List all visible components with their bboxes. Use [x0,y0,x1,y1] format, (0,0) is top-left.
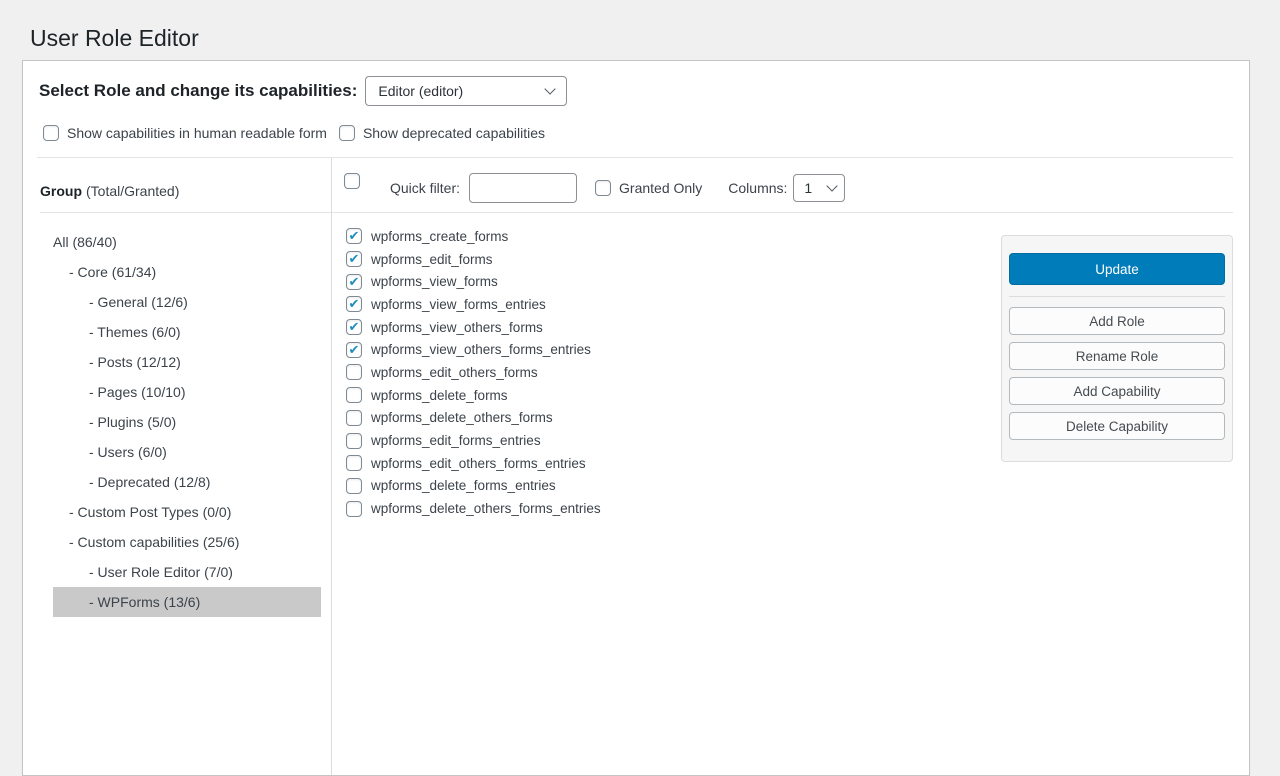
group-item-label: - User Role Editor (7/0) [89,564,233,580]
capability-checkbox[interactable]: ✔ [346,342,362,358]
display-options-row: ✔ Show capabilities in human readable fo… [23,124,1249,141]
actions-panel: Update Add Role Rename Role Add Capabili… [1001,235,1233,462]
quick-filter-label: Quick filter: [390,180,460,196]
group-item[interactable]: - Custom Post Types (0/0) [53,497,321,527]
check-icon: ✔ [349,343,360,356]
select-all-checkbox[interactable]: ✔ [344,173,360,189]
capability-checkbox[interactable]: ✔ [346,387,362,403]
group-item-label: All (86/40) [53,234,117,250]
filter-bar: ✔ Quick filter: ✔ Granted Only Columns: … [332,158,1233,213]
add-role-button[interactable]: Add Role [1009,307,1225,335]
chevron-down-icon [827,180,838,191]
page-title: User Role Editor [30,24,199,52]
capability-checkbox[interactable]: ✔ [346,455,362,471]
display-option: ✔ Show capabilities in human readable fo… [43,125,327,141]
capability-label: wpforms_edit_forms [371,252,493,267]
role-selector-row: Select Role and change its capabilities:… [23,61,1249,106]
columns-label: Columns: [728,180,787,196]
capability-label: wpforms_edit_others_forms_entries [371,456,586,471]
groups-header-title: Group [40,183,82,199]
group-item[interactable]: - Plugins (5/0) [53,407,321,437]
group-item[interactable]: - Core (61/34) [53,257,321,287]
check-icon: ✔ [349,229,360,242]
check-icon: ✔ [349,297,360,310]
group-item-label: - Themes (6/0) [89,324,181,340]
capability-label: wpforms_view_others_forms_entries [371,342,591,357]
capability-label: wpforms_view_forms [371,274,498,289]
group-item[interactable]: - WPForms (13/6) [53,587,321,617]
capability-checkbox[interactable]: ✔ [346,296,362,312]
groups-header: Group(Total/Granted) [40,158,331,213]
capability-label: wpforms_delete_others_forms_entries [371,501,601,516]
option-label: Show deprecated capabilities [363,125,545,141]
update-button[interactable]: Update [1009,253,1225,285]
capability-checkbox[interactable]: ✔ [346,251,362,267]
check-icon: ✔ [349,252,360,265]
group-item[interactable]: - Custom capabilities (25/6) [53,527,321,557]
group-item-label: - Deprecated (12/8) [89,474,210,490]
delete-capability-button[interactable]: Delete Capability [1009,412,1225,440]
capability-label: wpforms_view_forms_entries [371,297,546,312]
group-item[interactable]: All (86/40) [53,227,321,257]
add-capability-button[interactable]: Add Capability [1009,377,1225,405]
capability-label: wpforms_edit_others_forms [371,365,538,380]
capability-label: wpforms_view_others_forms [371,320,543,335]
capability-checkbox[interactable]: ✔ [346,364,362,380]
granted-only-label: Granted Only [619,180,702,196]
group-item-label: - Custom Post Types (0/0) [69,504,231,520]
group-item-label: - Posts (12/12) [89,354,181,370]
select-role-label: Select Role and change its capabilities: [39,81,357,101]
capability-label: wpforms_edit_forms_entries [371,433,541,448]
user-role-editor-panel: Select Role and change its capabilities:… [22,60,1250,776]
groups-tree: All (86/40) - Core (61/34) - General (12… [23,213,331,617]
option-label: Show capabilities in human readable form [67,125,327,141]
capability-checkbox[interactable]: ✔ [346,228,362,244]
role-select-value: Editor (editor) [378,83,463,99]
check-icon: ✔ [349,275,360,288]
divider [1009,296,1225,297]
capability-checkbox[interactable]: ✔ [346,410,362,426]
group-item-label: - Pages (10/10) [89,384,186,400]
group-item-label: - Plugins (5/0) [89,414,176,430]
capability-checkbox[interactable]: ✔ [346,319,362,335]
group-item[interactable]: - Themes (6/0) [53,317,321,347]
granted-only-checkbox[interactable]: ✔ [595,180,611,196]
group-item-label: - Custom capabilities (25/6) [69,534,239,550]
group-item[interactable]: - Deprecated (12/8) [53,467,321,497]
groups-sidebar: Group(Total/Granted) All (86/40) - Core … [23,158,332,775]
capability-label: wpforms_create_forms [371,229,508,244]
group-item-label: - Core (61/34) [69,264,156,280]
group-item[interactable]: - Posts (12/12) [53,347,321,377]
group-item[interactable]: - User Role Editor (7/0) [53,557,321,587]
chevron-down-icon [545,83,556,94]
quick-filter-input[interactable] [469,173,577,203]
check-icon: ✔ [349,320,360,333]
capability-checkbox[interactable]: ✔ [346,478,362,494]
capability-label: wpforms_delete_forms_entries [371,478,556,493]
group-item[interactable]: - Users (6/0) [53,437,321,467]
group-item[interactable]: - General (12/6) [53,287,321,317]
group-item-label: - General (12/6) [89,294,188,310]
group-item-label: - WPForms (13/6) [89,594,200,610]
option-checkbox[interactable]: ✔ [43,125,59,141]
groups-header-suffix: (Total/Granted) [86,183,179,199]
role-select[interactable]: Editor (editor) [365,76,567,106]
rename-role-button[interactable]: Rename Role [1009,342,1225,370]
capability-row: ✔ wpforms_delete_others_forms_entries [346,497,1249,520]
capability-label: wpforms_delete_forms [371,388,508,403]
capability-checkbox[interactable]: ✔ [346,501,362,517]
capability-row: ✔ wpforms_delete_forms_entries [346,475,1249,498]
capability-checkbox[interactable]: ✔ [346,274,362,290]
group-item[interactable]: - Pages (10/10) [53,377,321,407]
columns-select[interactable]: 1 [793,174,845,202]
option-checkbox[interactable]: ✔ [339,125,355,141]
group-item-label: - Users (6/0) [89,444,167,460]
display-option: ✔ Show deprecated capabilities [339,125,545,141]
capability-checkbox[interactable]: ✔ [346,433,362,449]
columns-select-value: 1 [804,180,812,196]
capability-label: wpforms_delete_others_forms [371,410,553,425]
